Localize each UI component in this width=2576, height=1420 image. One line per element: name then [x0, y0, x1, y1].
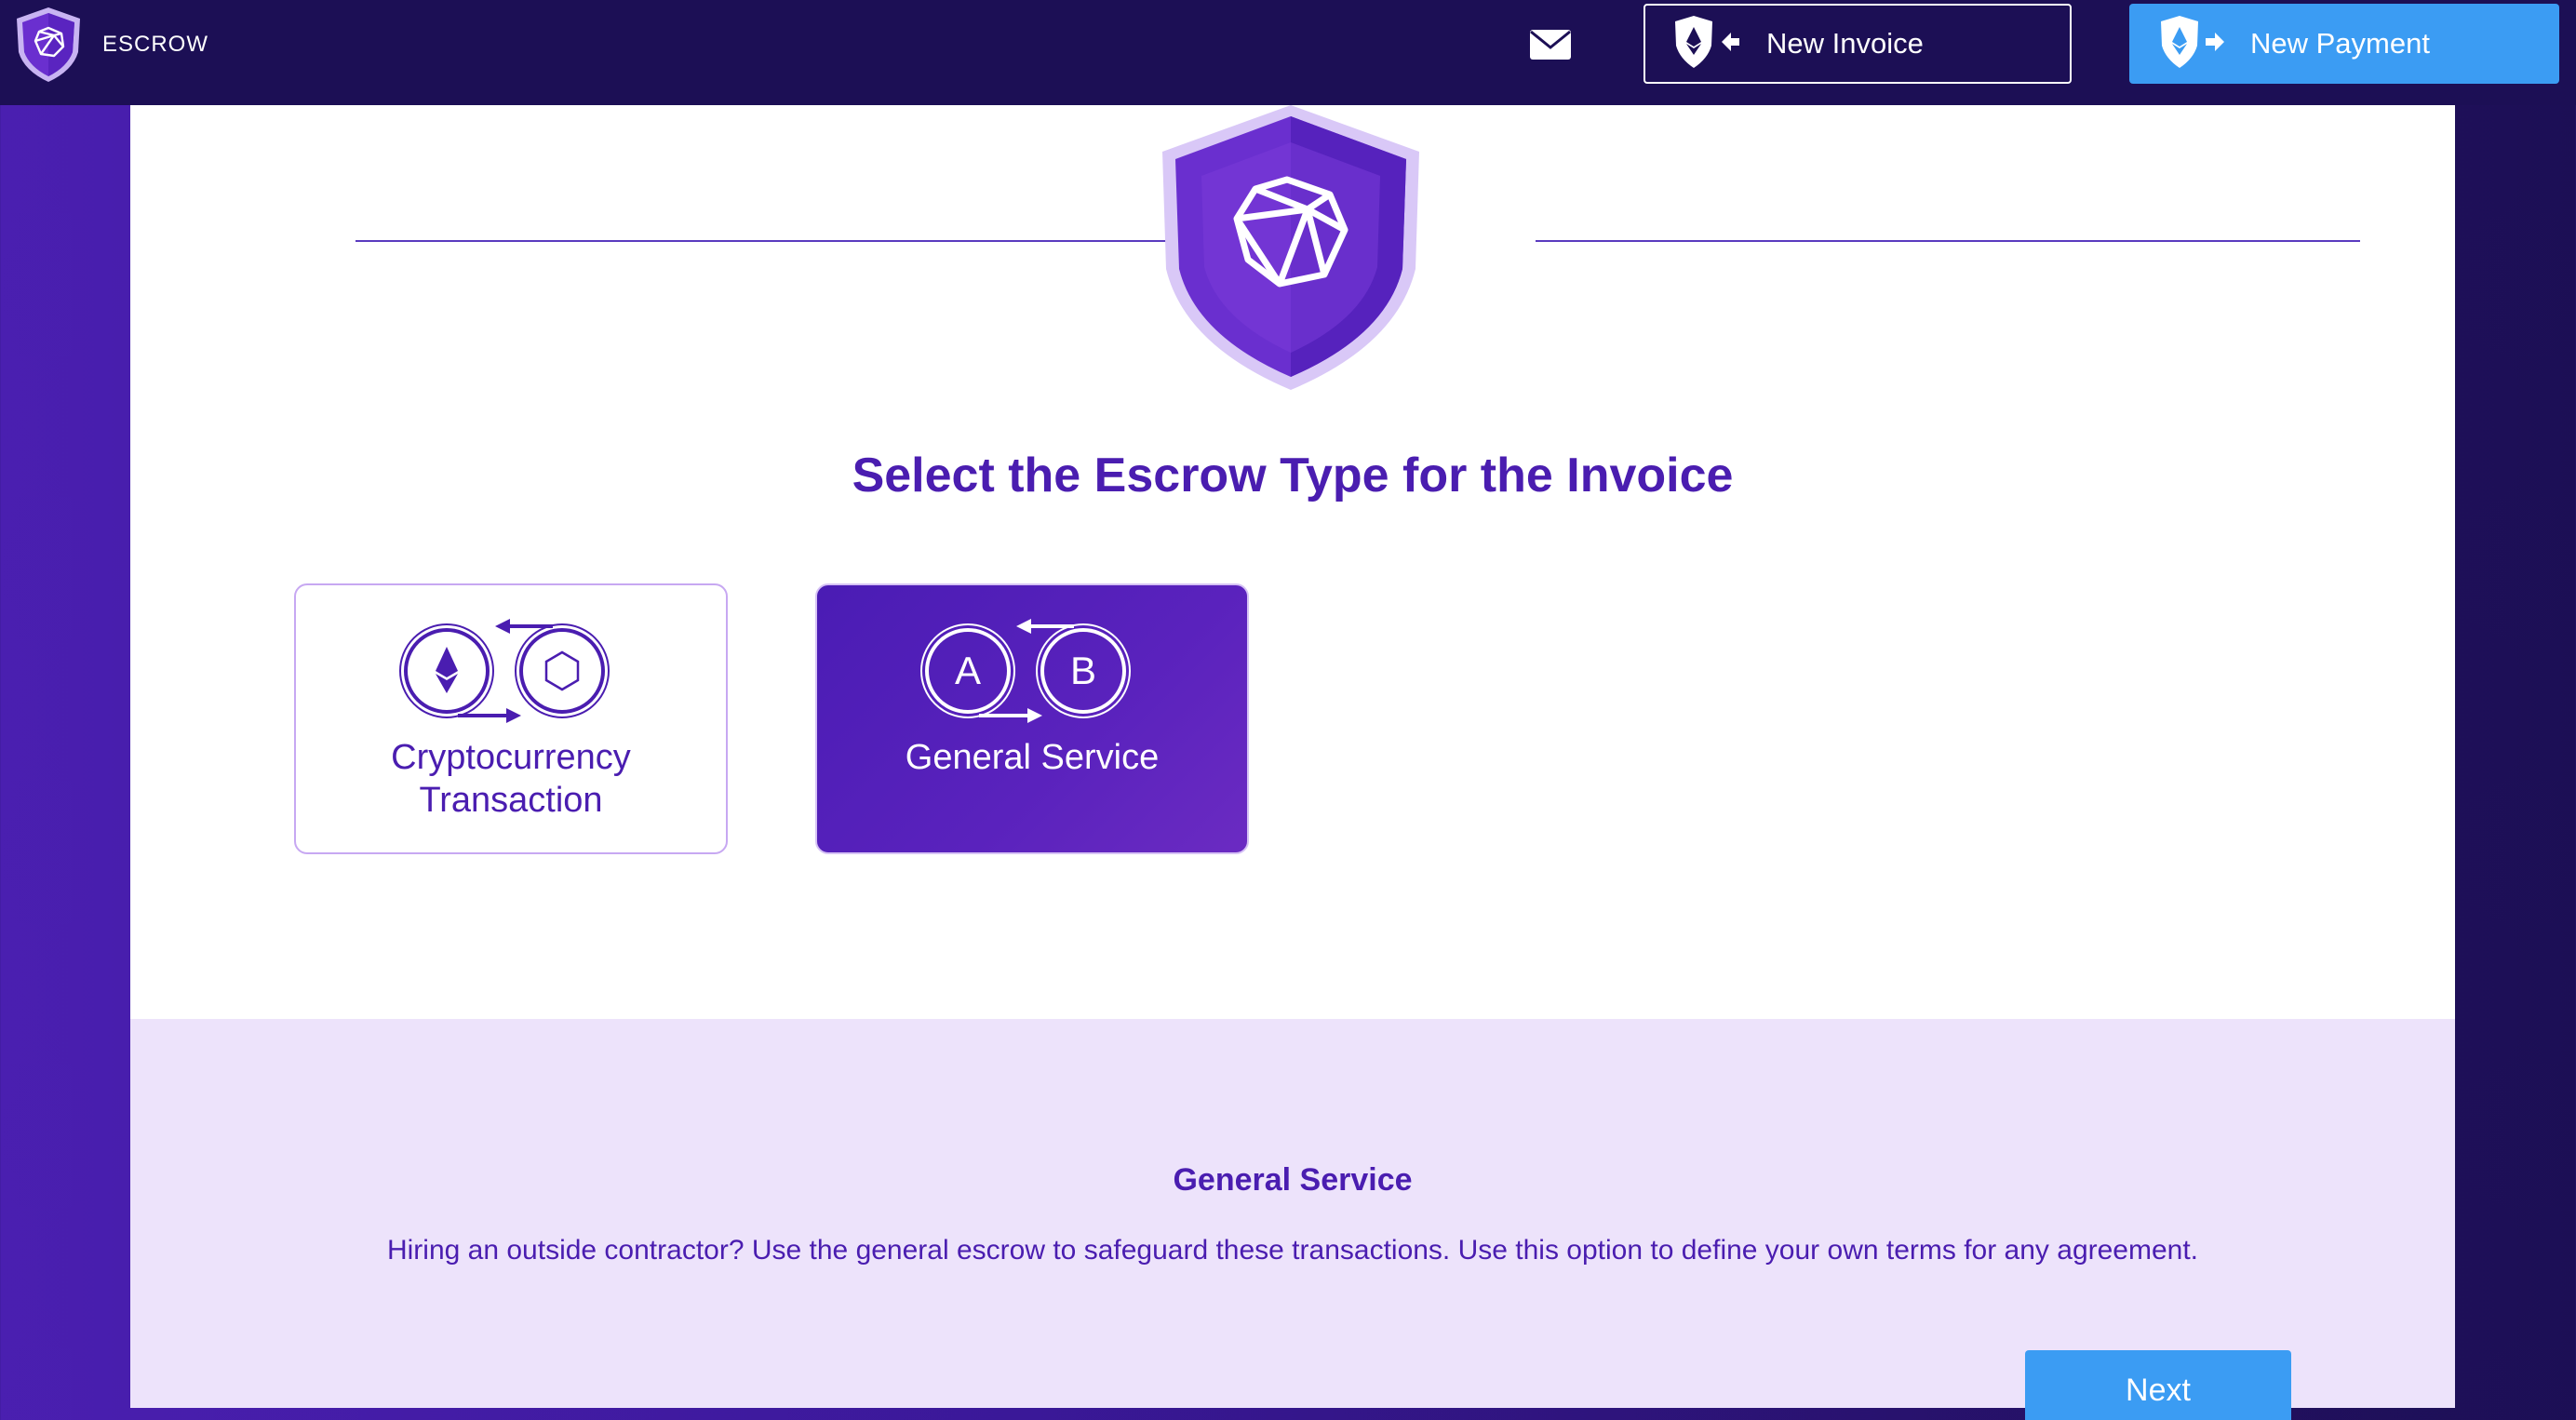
- new-invoice-label: New Invoice: [1766, 27, 1924, 60]
- escrow-type-card: Select the Escrow Type for the Invoice C…: [130, 105, 2455, 1420]
- invoice-icon: [1675, 16, 1739, 68]
- ethereum-icon: [436, 647, 458, 693]
- brand-name: ESCROW: [102, 32, 208, 57]
- crypto-swap-graphic: [399, 619, 610, 723]
- option-cryptocurrency-transaction[interactable]: Cryptocurrency Transaction: [294, 583, 728, 854]
- divider-right: [1536, 240, 2360, 242]
- brand[interactable]: ESCROW: [13, 6, 208, 84]
- token-hexagon-icon: [544, 650, 580, 691]
- mail-icon[interactable]: [1529, 29, 1572, 60]
- info-title: General Service: [1173, 1162, 1413, 1198]
- swap-arrows-icon: [458, 619, 553, 723]
- option-general-service[interactable]: A B General Service: [815, 583, 1249, 854]
- page-title: Select the Escrow Type for the Invoice: [852, 449, 1734, 502]
- party-b-badge: B: [1070, 649, 1096, 692]
- new-payment-button[interactable]: New Payment: [2129, 4, 2559, 84]
- option-crypto-label: Cryptocurrency Transaction: [391, 738, 631, 820]
- party-a-badge: A: [955, 649, 981, 692]
- option-general-label: General Service: [905, 738, 1160, 777]
- top-navigation-bar: ESCROW New Invoice New Payment: [0, 0, 2576, 105]
- swap-arrows-icon: [979, 619, 1074, 723]
- general-swap-graphic: A B: [920, 619, 1131, 723]
- new-payment-label: New Payment: [2250, 27, 2430, 60]
- next-button[interactable]: Next: [2025, 1350, 2291, 1420]
- payment-icon: [2161, 16, 2224, 68]
- info-description: Hiring an outside contractor? Use the ge…: [386, 1235, 2199, 1266]
- escrow-logo-icon: [17, 7, 80, 82]
- new-invoice-button[interactable]: New Invoice: [1644, 4, 2072, 84]
- selection-info-panel: General Service Hiring an outside contra…: [130, 1019, 2455, 1420]
- escrow-shield-icon: [1162, 105, 1419, 390]
